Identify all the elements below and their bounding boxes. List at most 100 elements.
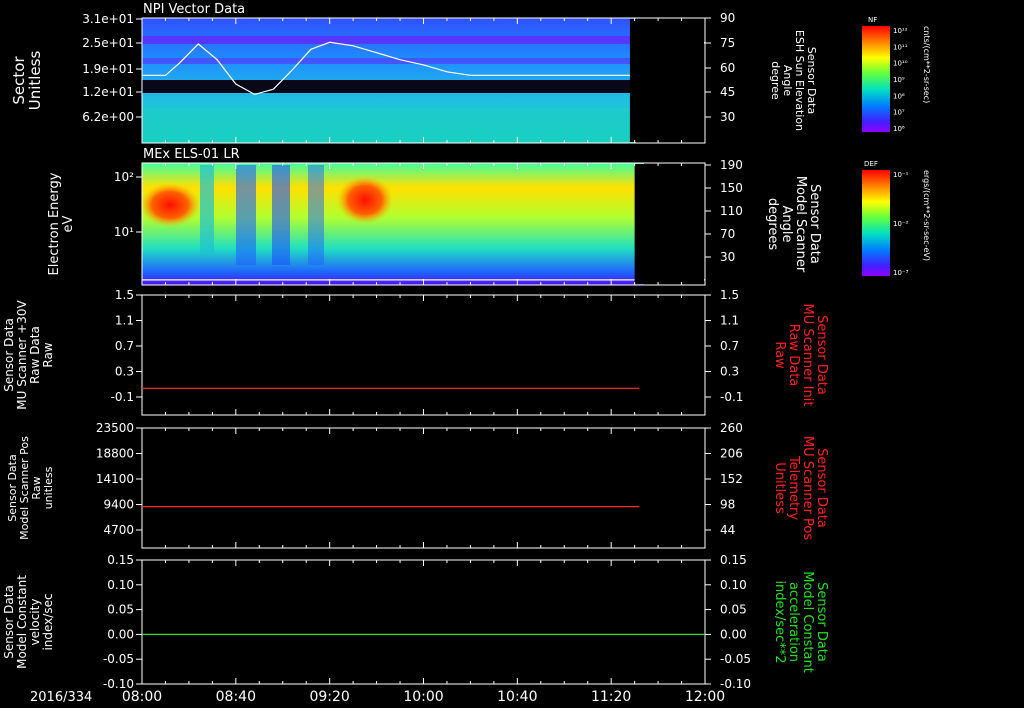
y2-tick-label: 30: [720, 250, 735, 264]
colorbar-tick-label: 10⁻²: [893, 220, 909, 228]
y2-tick-label: 152: [720, 472, 743, 486]
y2-tick-label: 98: [720, 498, 735, 512]
y-tick-label: 1.5: [115, 288, 134, 302]
els-gap: [308, 165, 324, 265]
y2-axis-label: index/sec**2: [772, 580, 787, 663]
y-axis-label: Sensor Data: [2, 585, 16, 659]
colorbar-def-ticks: 10⁻¹ 10⁻² 10⁻³: [893, 171, 909, 277]
y2-axis-label: Model Scanner: [793, 176, 808, 273]
y2-tick-label: 1.1: [720, 314, 739, 328]
y2-tick-label: 60: [720, 61, 735, 75]
y2-tick-label: 110: [720, 204, 743, 218]
y2-axis-label: Raw: [772, 341, 787, 369]
y2-tick-label: -0.05: [720, 652, 751, 666]
panel-npi: NPI Vector Data 3.1e+01 2.5e+01 1.9e+01 1.2…: [10, 2, 818, 144]
time-tick-label: 10:40: [497, 689, 537, 705]
y2-tick-label: 0.00: [720, 627, 747, 641]
colorbar-nf-label: NF: [868, 16, 877, 24]
y2-tick-label: 150: [720, 181, 743, 195]
y2-axis-label: MU Scanner Pos: [800, 436, 815, 541]
y-axis-label: index/sec: [41, 593, 55, 650]
panel-els: MEx ELS-01 LR 10² 10¹ 190 150 110 70 30 Electro…: [47, 147, 822, 286]
colorbar-tick-label: 10⁻¹: [893, 171, 909, 179]
y2-axis-label: Sensor Data: [807, 184, 822, 264]
y2-tick-label: 70: [720, 227, 735, 241]
time-tick-label: 10:00: [403, 689, 443, 705]
npi-purple-band: [142, 36, 636, 44]
scanner-30v-frame: [141, 294, 706, 416]
y2-axis-label: MU Scanner Init: [800, 304, 815, 407]
y2-axis-label: Angle: [779, 206, 794, 243]
y-tick-label: 0.10: [107, 578, 134, 592]
y-tick-label: 1.2e+01: [82, 85, 134, 99]
y2-tick-label: 0.05: [720, 603, 747, 617]
y-axis-label: Raw: [41, 342, 55, 367]
y-axis-label: eV: [61, 215, 76, 232]
y2-tick-label: 1.5: [720, 288, 739, 302]
y2-axis-label: Unitless: [772, 462, 787, 514]
no-data-region: [634, 164, 704, 284]
scanner-pos-frame: [141, 427, 706, 549]
y-tick-label: 0.00: [107, 627, 134, 641]
y-axis-label: velocity: [28, 599, 42, 646]
y2-tick-label: 0.10: [720, 578, 747, 592]
els-gap: [200, 165, 214, 255]
y-tick-label: 0.05: [107, 603, 134, 617]
y-tick-label: 10²: [114, 170, 134, 184]
y2-axis-label: Raw Data: [786, 324, 801, 387]
colorbar-tick-label: 10¹⁰: [893, 60, 908, 68]
npi-title: NPI Vector Data: [143, 2, 245, 17]
date-label: 2016/334: [30, 690, 92, 705]
y2-tick-label: -0.1: [720, 390, 743, 404]
colorbar-nf-bar: [862, 26, 890, 132]
y-tick-label: 14100: [96, 472, 134, 486]
time-tick-label: 08:00: [122, 689, 162, 705]
scanner-pos-axes: 23500 18800 14100 9400 4700 260 206 152 98 44 Sens…: [6, 421, 829, 548]
panel-scanner-pos: 23500 18800 14100 9400 4700 260 206 152 98 44 Sens…: [6, 421, 829, 549]
y2-axis-label: degrees: [765, 198, 780, 251]
els-heatmap-area: [142, 163, 644, 285]
colorbar-tick-label: 10⁶: [893, 125, 905, 133]
y-tick-label: 18800: [96, 447, 134, 461]
y2-tick-label: 75: [720, 36, 735, 50]
y2-tick-label: 44: [720, 523, 735, 537]
els-title: MEx ELS-01 LR: [143, 147, 240, 162]
y-tick-label: 0.15: [107, 553, 134, 567]
time-tick-label: 12:00: [685, 689, 725, 705]
y-tick-label: 23500: [96, 421, 134, 435]
y2-axis-label: degree: [769, 61, 782, 100]
y-tick-label: 0.3: [115, 365, 134, 379]
y-tick-label: -0.1: [111, 390, 134, 404]
colorbar-tick-label: 10⁷: [893, 109, 905, 117]
y-axis-label: Model Constant: [15, 575, 29, 669]
els-gap: [272, 165, 290, 265]
y-axis-label: Electron Energy: [47, 172, 62, 275]
instrument-plot: NPI Vector Data 3.1e+01 2.5e+01 1.9e+01 1.2…: [2, 2, 931, 705]
colorbar-nf: NF 10¹² 10¹¹ 10¹⁰ 10⁹ 10⁸ 10⁷ 10⁶ cnts/(cm**2-…: [862, 16, 931, 133]
y2-axis-label: Sensor Data: [814, 315, 829, 395]
y2-tick-label: 0.7: [720, 339, 739, 353]
time-tick-label: 11:20: [591, 689, 631, 705]
panel-scanner-30v: 1.5 1.1 0.7 0.3 -0.1 1.5 1.1 0.7 0.3 -0.1 Sensor D…: [2, 288, 829, 416]
y2-tick-label: 190: [720, 158, 743, 172]
colorbar-tick-label: 10⁸: [893, 92, 905, 100]
colorbar-tick-label: 10⁻³: [893, 269, 909, 277]
colorbar-tick-label: 10¹¹: [893, 43, 908, 51]
colorbar-tick-label: 10⁹: [893, 76, 905, 84]
time-tick-label: 09:20: [309, 689, 349, 705]
y2-tick-label: 90: [720, 11, 735, 25]
y-tick-label: 6.2e+00: [82, 110, 134, 124]
y-tick-label: 1.1: [115, 314, 134, 328]
y2-axis-label: Sensor Data: [814, 448, 829, 528]
y2-axis-label: Sensor Data: [814, 582, 829, 662]
model-constant-frame: [141, 559, 706, 685]
y2-axis-label: Model Constant: [800, 571, 815, 673]
y-axis-label: MU Scanner +30V: [15, 300, 29, 410]
els-hot-region: [140, 183, 200, 227]
y-tick-label: -0.05: [103, 652, 134, 666]
y2-tick-label: 0.3: [720, 365, 739, 379]
y2-tick-label: 206: [720, 447, 743, 461]
y2-tick-label: 45: [720, 85, 735, 99]
els-hot-region: [337, 176, 393, 224]
colorbar-def-bar: [862, 170, 890, 276]
